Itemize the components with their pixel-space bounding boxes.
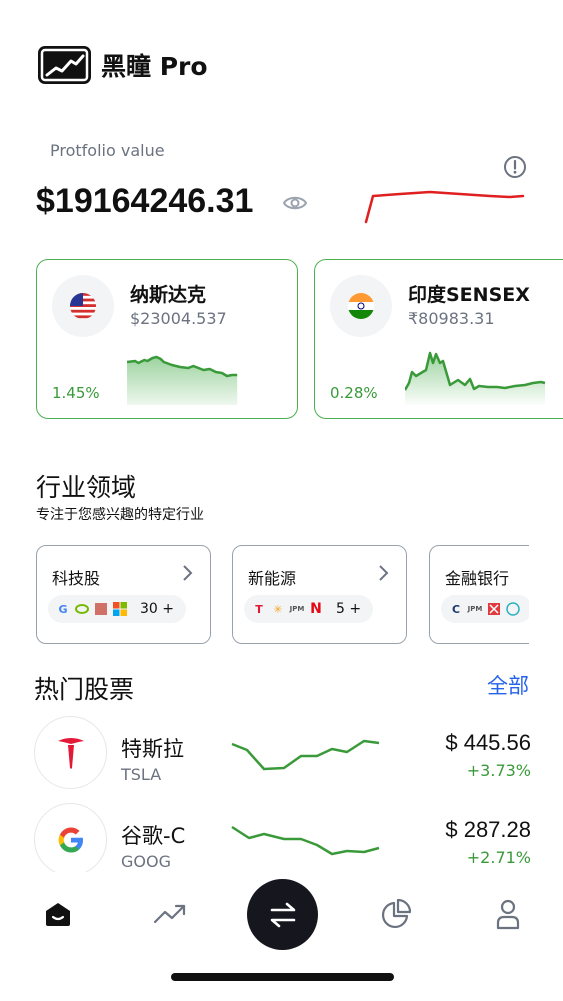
sector-logo-group: T ✳ JPM N 5 + — [244, 595, 374, 623]
nvidia-logo-icon — [75, 602, 89, 616]
view-all-link[interactable]: 全部 — [487, 670, 529, 700]
portfolio-sparkline — [360, 180, 530, 229]
stock-row-tsla[interactable]: 特斯拉 TSLA $ 445.56 +3.73% — [34, 716, 534, 790]
us-flag-icon — [52, 275, 114, 337]
stock-row-goog[interactable]: 谷歌-C GOOG $ 287.28 +2.71% — [34, 803, 534, 877]
index-name: 印度SENSEX — [408, 284, 530, 306]
sector-card-new-energy[interactable]: 新能源 T ✳ JPM N 5 + — [232, 545, 407, 644]
portfolio-label: Protfolio value — [50, 141, 165, 160]
stock-price: $ 445.56 — [445, 730, 531, 755]
app-title: 黑瞳 Pro — [101, 52, 208, 81]
index-price: $23004.537 — [130, 309, 227, 328]
bank-logo-icon — [487, 602, 501, 616]
index-name: 纳斯达克 — [130, 284, 207, 306]
portfolio-value: $19164246.31 — [36, 182, 254, 220]
index-change: 0.28% — [330, 384, 378, 402]
nav-portfolio[interactable] — [376, 894, 416, 934]
index-change: 1.45% — [52, 384, 100, 402]
sector-name: 新能源 — [248, 569, 297, 588]
eye-icon[interactable] — [282, 195, 308, 215]
bank-logo-icon — [506, 602, 520, 616]
sector-count: 5 + — [336, 601, 362, 617]
index-price: ₹80983.31 — [408, 309, 495, 328]
app-logo — [38, 46, 91, 84]
nav-profile[interactable] — [488, 894, 528, 934]
citi-logo-icon: C — [451, 602, 461, 616]
chevron-right-icon — [183, 565, 193, 581]
stock-change: +3.73% — [466, 761, 531, 780]
sector-count: 30 + — [140, 601, 174, 617]
stock-name: 特斯拉 — [121, 737, 184, 761]
trending-up-icon — [153, 904, 186, 924]
hot-stocks-title: 热门股票 — [34, 675, 135, 704]
nav-trade-button[interactable] — [247, 879, 318, 950]
index-mini-chart — [405, 351, 546, 405]
home-icon — [46, 903, 70, 926]
google-logo-icon — [34, 803, 107, 876]
bottom-nav — [0, 872, 563, 962]
india-flag-icon — [330, 275, 392, 337]
stock-price: $ 287.28 — [445, 817, 531, 842]
alert-info-icon[interactable] — [503, 155, 527, 183]
home-indicator — [171, 973, 394, 981]
sectors-subtitle: 专注于您感兴趣的特定行业 — [36, 507, 204, 523]
nav-home[interactable] — [38, 894, 78, 934]
jpm-logo-icon: JPM — [467, 605, 483, 613]
sector-name: 科技股 — [52, 569, 101, 588]
sector-logo-group: G 30 + — [48, 595, 186, 623]
sector-card-tech[interactable]: 科技股 G 30 + — [36, 545, 211, 644]
app-header: 黑瞳 Pro — [38, 46, 208, 84]
swap-arrows-icon — [270, 902, 295, 927]
index-mini-chart — [127, 355, 238, 405]
stock-ticker: TSLA — [121, 765, 162, 784]
stock-name: 谷歌-C — [121, 824, 186, 848]
stock-trend-chart — [231, 739, 380, 771]
microsoft-logo-icon — [113, 602, 127, 616]
netflix-logo-icon: N — [310, 601, 322, 617]
index-card-nasdaq[interactable]: 纳斯达克 $23004.537 1.45% — [36, 259, 298, 419]
user-icon — [496, 899, 520, 930]
google-logo-icon: G — [58, 602, 68, 616]
chevron-right-icon — [379, 565, 389, 581]
sectors-title: 行业领域 — [36, 473, 137, 502]
sector-name: 金融银行 — [445, 569, 510, 588]
pie-chart-icon — [381, 898, 412, 929]
jpm-logo-icon: JPM — [289, 605, 305, 613]
index-card-sensex[interactable]: 印度SENSEX ₹80983.31 0.28% — [314, 259, 563, 419]
tesla-logo-icon — [34, 716, 107, 789]
tsmc-logo-icon — [94, 602, 108, 616]
nav-market[interactable] — [150, 894, 190, 934]
sector-logo-group: C JPM — [441, 595, 529, 623]
stock-ticker: GOOG — [121, 852, 171, 871]
sunburst-logo-icon: ✳ — [273, 602, 283, 616]
stock-change: +2.71% — [466, 848, 531, 867]
tesla-logo-icon: T — [255, 602, 263, 616]
stock-trend-chart — [231, 825, 380, 856]
sector-card-finance[interactable]: 金融银行 C JPM — [429, 545, 529, 644]
sector-carousel[interactable]: 科技股 G 30 + 新能源 T ✳ JPM N 5 + 金融银行 C JPM — [36, 545, 529, 645]
